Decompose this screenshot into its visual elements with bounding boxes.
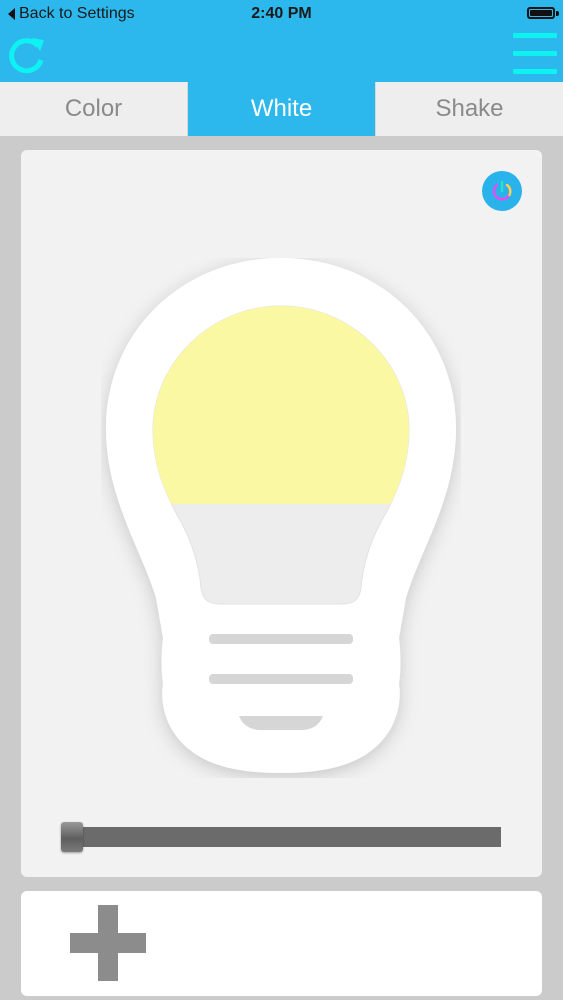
tab-shake[interactable]: Shake — [375, 82, 563, 136]
tab-color[interactable]: Color — [0, 82, 187, 136]
tab-white[interactable]: White — [187, 82, 375, 136]
slider-track — [71, 827, 501, 847]
status-time: 2:40 PM — [251, 5, 312, 22]
mode-tabs: Color White Shake — [0, 82, 563, 136]
battery-icon — [527, 7, 555, 19]
white-control-panel — [21, 150, 542, 877]
refresh-icon — [9, 38, 44, 74]
power-icon — [492, 180, 512, 201]
menu-line — [513, 69, 557, 74]
add-card — [21, 891, 542, 996]
add-button[interactable] — [70, 905, 146, 981]
battery-nub — [556, 11, 559, 16]
menu-line — [513, 51, 557, 56]
power-button[interactable] — [482, 171, 522, 211]
menu-line — [513, 33, 557, 38]
status-bar: Back to Settings 2:40 PM — [0, 0, 563, 28]
app-header: Back to Settings 2:40 PM — [0, 0, 563, 82]
refresh-button[interactable] — [6, 34, 48, 76]
menu-button[interactable] — [513, 33, 557, 75]
light-bulb-icon — [106, 258, 456, 773]
brightness-slider[interactable] — [61, 822, 503, 852]
slider-thumb[interactable] — [61, 822, 83, 852]
